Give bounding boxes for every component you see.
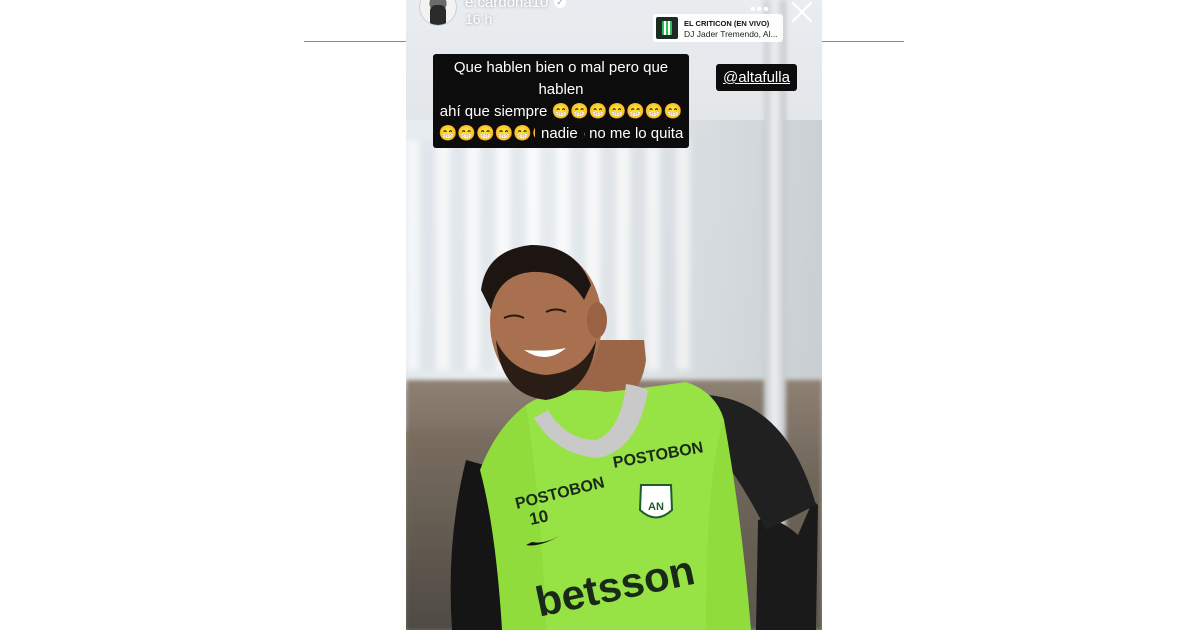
jersey-number: 10 — [528, 506, 550, 529]
close-icon[interactable] — [790, 0, 814, 24]
caption-line-last: nadie — [535, 123, 584, 148]
caption-line: Que hablen bien o mal pero que hablen — [453, 59, 669, 98]
username[interactable]: e.cardona10 — [465, 0, 548, 11]
music-title: EL CRITICON (EN VIVO) — [684, 19, 770, 28]
music-art-icon — [656, 17, 678, 39]
timestamp: 16 h — [465, 11, 493, 27]
music-artist: DJ Jader Tremendo, Al... — [684, 29, 778, 39]
divider-right — [822, 41, 904, 42]
music-sticker[interactable]: EL CRITICON (EN VIVO) DJ Jader Tremendo,… — [653, 14, 783, 42]
divider-left — [304, 41, 406, 42]
crest-text: AN — [648, 501, 664, 513]
caption-line: ahí que siempre 😁😁😁😁😁😁😁 — [439, 103, 683, 120]
story-viewer[interactable]: AN POSTOBON POSTOBON 10 betsson e.cardon… — [406, 0, 822, 630]
mention-tag[interactable]: @altafulla — [716, 64, 797, 91]
